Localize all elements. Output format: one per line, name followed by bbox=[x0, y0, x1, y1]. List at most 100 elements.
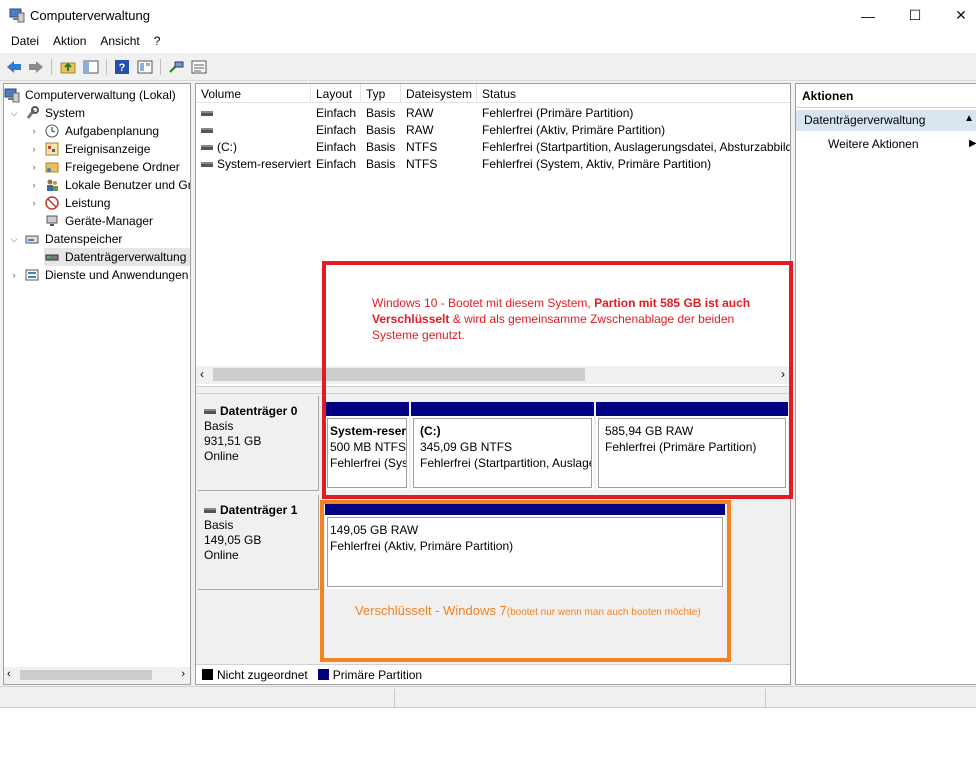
annotation-red-text: Windows 10 - Bootet mit diesem System, P… bbox=[372, 296, 751, 342]
chevron-right-icon[interactable]: › bbox=[8, 270, 20, 280]
chevron-right-icon[interactable]: › bbox=[28, 162, 40, 172]
table-cell: Basis bbox=[366, 123, 396, 137]
actions-title: Aktionen bbox=[796, 84, 976, 108]
tree-horizontal-scrollbar[interactable]: ‹ › bbox=[4, 667, 190, 684]
computer-management-icon bbox=[4, 87, 20, 103]
table-cell: Einfach bbox=[316, 123, 357, 137]
back-arrow-icon[interactable] bbox=[4, 57, 24, 77]
event-viewer-icon bbox=[44, 141, 60, 157]
table-row[interactable]: System-reserviert bbox=[196, 156, 311, 173]
column-header-typ[interactable]: Typ bbox=[361, 84, 401, 103]
volume-icon bbox=[201, 128, 213, 134]
disk-state: Online bbox=[204, 449, 239, 463]
computer-management-icon bbox=[9, 8, 25, 23]
chevron-right-icon[interactable]: › bbox=[28, 180, 40, 190]
table-row[interactable] bbox=[196, 105, 311, 122]
more-actions-item[interactable]: Weitere Aktionen bbox=[828, 137, 919, 151]
table-cell: Fehlerfrei (Primäre Partition) bbox=[482, 106, 634, 120]
volume-icon bbox=[201, 162, 213, 168]
shared-folder-icon bbox=[44, 159, 60, 175]
disk-type: Basis bbox=[204, 419, 234, 433]
table-cell: Einfach bbox=[316, 140, 357, 154]
services-icon bbox=[24, 267, 40, 283]
help-icon[interactable]: ? bbox=[112, 57, 132, 77]
tree-item-ereignisanzeige[interactable]: › Ereignisanzeige bbox=[28, 140, 152, 158]
tree-item-freigegebene-ordner[interactable]: › Freigegebene Ordner bbox=[28, 158, 182, 176]
column-header-volume[interactable]: Volume bbox=[196, 84, 311, 103]
scroll-left-icon[interactable]: ‹ bbox=[7, 668, 11, 680]
disk-0-label[interactable]: Datenträger 0 Basis 931,51 GB Online bbox=[198, 396, 319, 491]
table-row[interactable]: (C:) bbox=[196, 139, 311, 156]
maximize-button[interactable]: ☐ bbox=[892, 0, 938, 31]
disk-size: 149,05 GB bbox=[204, 533, 262, 547]
table-cell: Einfach bbox=[316, 157, 357, 171]
navigation-tree: Computerverwaltung (Lokal) ⌵ System › Au… bbox=[3, 83, 191, 685]
app-window: Computerverwaltung — ☐ ✕ Datei Aktion An… bbox=[0, 0, 976, 708]
minimize-button[interactable]: — bbox=[845, 0, 891, 31]
volume-icon bbox=[201, 145, 213, 151]
properties-icon[interactable] bbox=[135, 57, 155, 77]
title-bar: Computerverwaltung — ☐ ✕ bbox=[0, 0, 976, 31]
close-button[interactable]: ✕ bbox=[938, 0, 976, 31]
annotation-orange-text: Verschlüsselt - Windows 7(bootet nur wen… bbox=[355, 603, 701, 618]
legend-unallocated: Nicht zugeordnet bbox=[217, 667, 308, 682]
storage-icon bbox=[24, 231, 40, 247]
chevron-right-icon[interactable]: › bbox=[28, 126, 40, 136]
scroll-left-icon[interactable]: ‹ bbox=[200, 367, 204, 381]
table-cell: Fehlerfrei (System, Aktiv, Primäre Parti… bbox=[482, 157, 712, 171]
performance-icon bbox=[44, 195, 60, 211]
table-cell: Fehlerfrei (Aktiv, Primäre Partition) bbox=[482, 123, 666, 137]
tree-item-datenspeicher[interactable]: ⌵ Datenspeicher bbox=[8, 230, 124, 248]
primary-swatch bbox=[317, 669, 329, 680]
menu-datei[interactable]: Datei bbox=[4, 31, 46, 53]
connect-icon[interactable] bbox=[166, 57, 186, 77]
tree-item-aufgabenplanung[interactable]: › Aufgabenplanung bbox=[28, 122, 161, 140]
scrollbar-thumb[interactable] bbox=[20, 670, 152, 680]
actions-pane: Aktionen Datenträgerverwaltung ▲ Weitere… bbox=[795, 83, 976, 685]
tree-item-lokale-benutzer[interactable]: › Lokale Benutzer und Gru bbox=[28, 176, 191, 194]
table-cell: Basis bbox=[366, 140, 396, 154]
tree-item-geraete-manager[interactable]: Geräte-Manager bbox=[44, 212, 155, 230]
system-tools-icon bbox=[24, 105, 40, 121]
legend-primary: Primäre Partition bbox=[332, 667, 423, 682]
menu-help[interactable]: ? bbox=[147, 31, 168, 53]
chevron-right-icon[interactable]: › bbox=[28, 198, 40, 208]
disk-state: Online bbox=[204, 548, 239, 562]
disk-icon bbox=[204, 409, 216, 415]
users-icon bbox=[44, 177, 60, 193]
tree-item-leistung[interactable]: › Leistung bbox=[28, 194, 112, 212]
show-hide-tree-icon[interactable] bbox=[81, 57, 101, 77]
table-cell: Fehlerfrei (Startpartition, Auslagerungs… bbox=[482, 140, 790, 154]
partition-legend: Nicht zugeordnet Primäre Partition bbox=[196, 664, 790, 684]
table-cell: Basis bbox=[366, 157, 396, 171]
list-view-icon[interactable] bbox=[189, 57, 209, 77]
column-header-dateisystem[interactable]: Dateisystem bbox=[401, 84, 477, 103]
disk-1-label[interactable]: Datenträger 1 Basis 149,05 GB Online bbox=[198, 495, 319, 590]
table-row[interactable] bbox=[196, 122, 311, 139]
annotation-orange-box bbox=[320, 500, 731, 662]
tree-item-computerverwaltung[interactable]: Computerverwaltung (Lokal) bbox=[4, 86, 178, 104]
disk-type: Basis bbox=[204, 518, 234, 532]
tree-item-system[interactable]: ⌵ System bbox=[8, 104, 87, 122]
chevron-right-icon[interactable]: › bbox=[28, 144, 40, 154]
status-bar bbox=[0, 686, 976, 707]
collapse-arrow-icon[interactable]: ▲ bbox=[964, 113, 974, 124]
menu-bar: Datei Aktion Ansicht ? bbox=[0, 31, 976, 53]
tree-item-dienste-und-anwendungen[interactable]: › Dienste und Anwendungen bbox=[8, 266, 190, 284]
actions-section-datentraegerverwaltung[interactable]: Datenträgerverwaltung ▲ bbox=[796, 110, 976, 131]
column-header-layout[interactable]: Layout bbox=[311, 84, 361, 103]
menu-aktion[interactable]: Aktion bbox=[46, 31, 93, 53]
task-scheduler-icon bbox=[44, 123, 60, 139]
menu-ansicht[interactable]: Ansicht bbox=[93, 31, 146, 53]
chevron-down-icon[interactable]: ⌵ bbox=[8, 108, 20, 119]
tree-item-datentraegerverwaltung[interactable]: Datenträgerverwaltung bbox=[44, 248, 190, 266]
table-cell: RAW bbox=[406, 123, 434, 137]
table-cell: Basis bbox=[366, 106, 396, 120]
chevron-down-icon[interactable]: ⌵ bbox=[8, 234, 20, 245]
table-cell: RAW bbox=[406, 106, 434, 120]
up-folder-icon[interactable] bbox=[58, 57, 78, 77]
column-header-status[interactable]: Status bbox=[477, 84, 790, 103]
forward-arrow-icon[interactable] bbox=[26, 57, 46, 77]
scroll-right-icon[interactable]: › bbox=[181, 668, 185, 680]
unallocated-swatch bbox=[202, 669, 213, 680]
